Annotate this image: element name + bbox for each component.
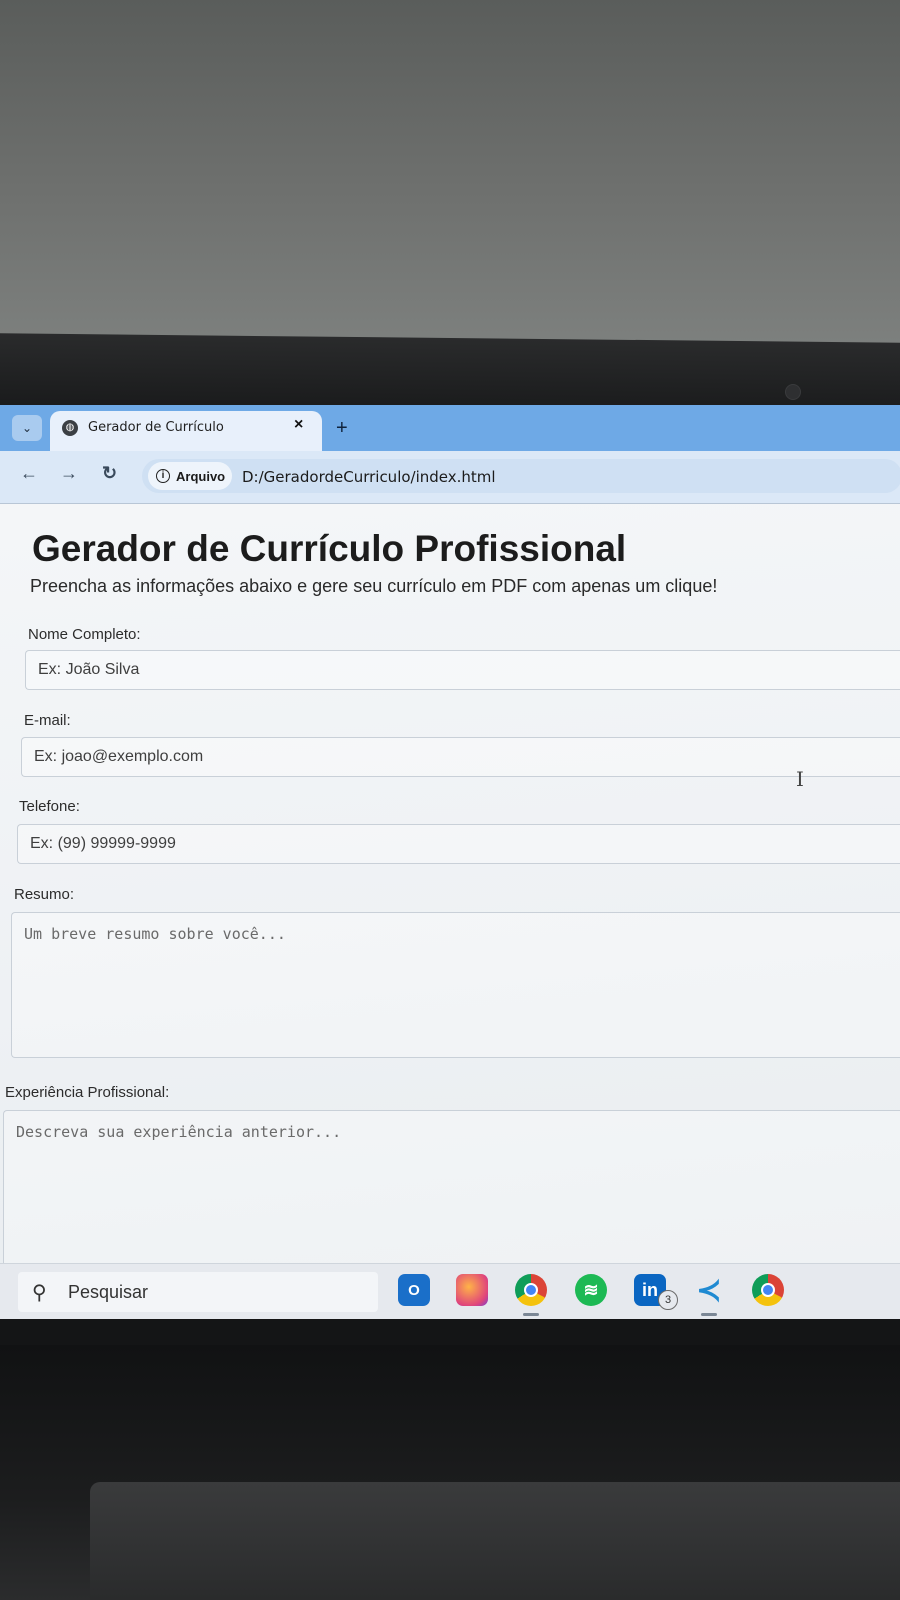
laptop-hinge	[90, 1482, 900, 1600]
reload-icon[interactable]: ↻	[102, 463, 117, 484]
site-info-label: Arquivo	[176, 468, 226, 484]
url-text[interactable]: D:/GeradordeCurriculo/index.html	[242, 468, 496, 486]
tab-close-button[interactable]: ×	[294, 416, 303, 434]
taskbar-search[interactable]: ⚲ Pesquisar	[18, 1272, 378, 1312]
outlook-icon[interactable]: O	[398, 1274, 430, 1306]
info-icon: i	[156, 469, 170, 483]
globe-icon: ◍	[62, 420, 78, 436]
email-field[interactable]	[21, 737, 900, 777]
page-subtitle: Preencha as informações abaixo e gere se…	[30, 576, 718, 596]
summary-label: Resumo:	[14, 886, 75, 903]
chevron-down-icon: ⌄	[21, 421, 33, 435]
vscode-icon[interactable]: ≺	[693, 1274, 725, 1307]
summary-textarea[interactable]	[11, 912, 900, 1058]
page-content: Gerador de Currículo Profissional Preenc…	[0, 504, 900, 1270]
webcam	[785, 384, 801, 400]
experience-label: Experiência Profissional:	[5, 1084, 170, 1101]
text-cursor-icon: I	[796, 767, 804, 791]
site-info-chip[interactable]: i Arquivo	[148, 462, 232, 490]
email-label: E-mail:	[24, 712, 71, 729]
back-arrow-icon[interactable]: ←	[20, 463, 38, 484]
screen-bottom-edge	[0, 1319, 900, 1345]
tab-title: Gerador de Currículo	[88, 420, 224, 435]
windows-taskbar: ⚲ Pesquisar O ≋ in 3 ≺	[0, 1263, 900, 1320]
firefox-icon[interactable]	[456, 1274, 488, 1306]
notification-badge: 3	[658, 1290, 678, 1310]
active-app-indicator	[701, 1313, 717, 1316]
page-title: Gerador de Currículo Profissional	[32, 528, 627, 569]
chrome-icon[interactable]	[752, 1274, 784, 1306]
monitor-screen: ⌄ ◍ Gerador de Currículo × + ← → ↻ i Arq…	[0, 405, 900, 1345]
name-field[interactable]	[25, 650, 900, 690]
name-label: Nome Completo:	[28, 626, 141, 643]
phone-field[interactable]	[17, 824, 900, 864]
experience-textarea[interactable]	[3, 1110, 900, 1270]
browser-toolbar: ← → ↻ i Arquivo D:/GeradordeCurriculo/in…	[0, 451, 900, 504]
forward-arrow-icon[interactable]: →	[60, 463, 78, 484]
taskbar-search-text: Pesquisar	[68, 1282, 149, 1302]
search-icon: ⚲	[32, 1282, 47, 1304]
tab-search-button[interactable]: ⌄	[12, 415, 42, 441]
background-wall	[0, 0, 900, 345]
monitor-bezel	[0, 333, 900, 415]
active-app-indicator	[523, 1313, 539, 1316]
address-bar[interactable]: i Arquivo D:/GeradordeCurriculo/index.ht…	[142, 459, 900, 493]
linkedin-icon[interactable]: in 3	[634, 1274, 678, 1310]
spotify-icon[interactable]: ≋	[575, 1274, 607, 1306]
phone-label: Telefone:	[19, 798, 80, 815]
chrome-icon[interactable]	[515, 1274, 547, 1306]
new-tab-button[interactable]: +	[336, 417, 348, 440]
